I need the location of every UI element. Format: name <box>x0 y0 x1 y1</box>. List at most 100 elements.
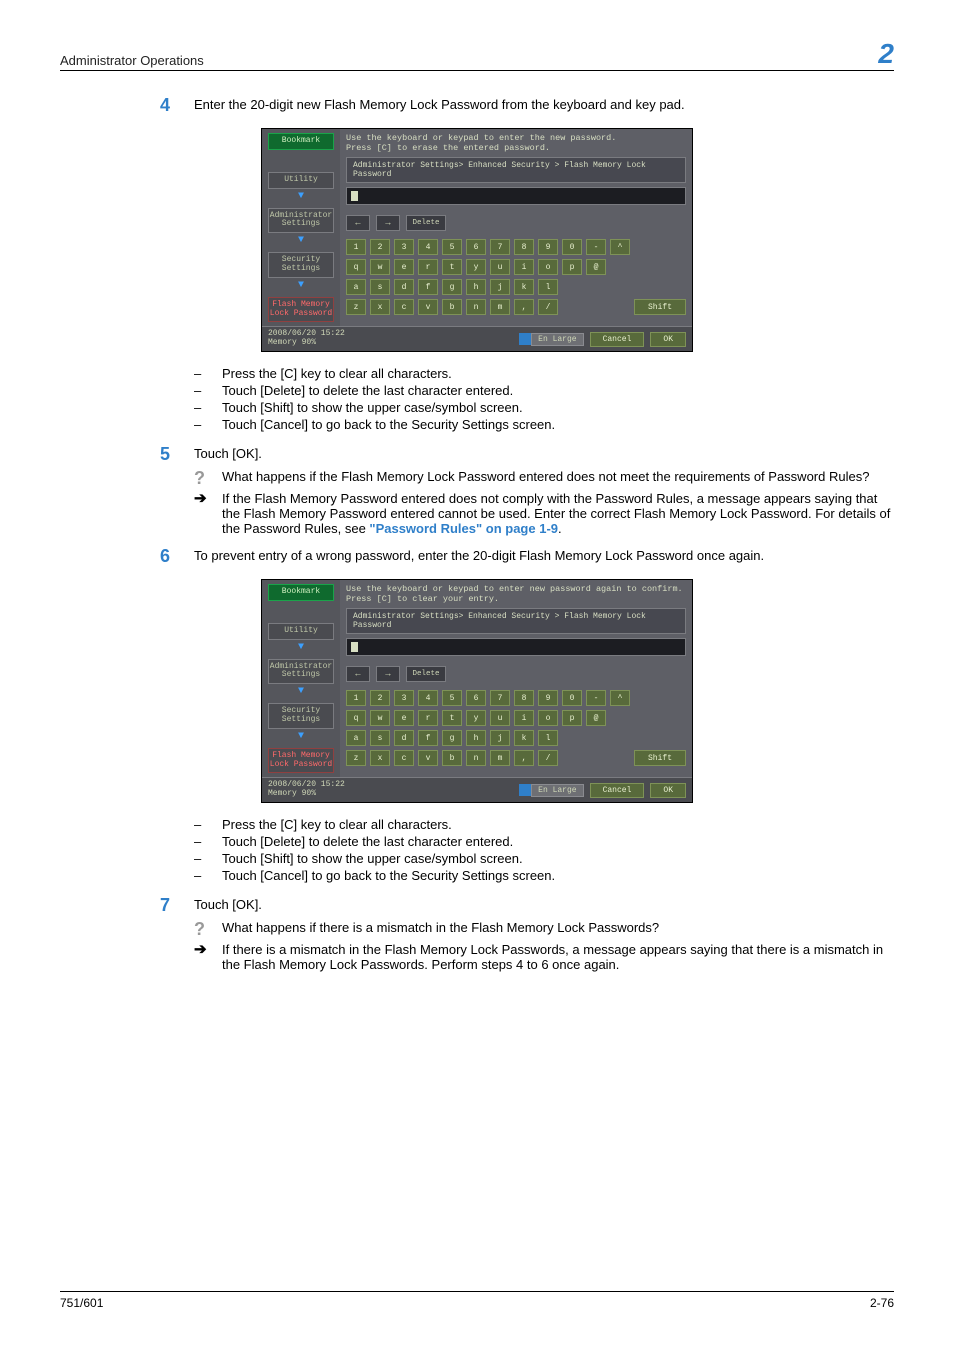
keyboard-key[interactable]: x <box>370 750 390 766</box>
utility-button[interactable]: Utility <box>268 172 334 189</box>
keyboard-key[interactable]: u <box>490 259 510 275</box>
keyboard-key[interactable]: - <box>586 239 606 255</box>
keyboard-key[interactable]: c <box>394 750 414 766</box>
security-settings-button[interactable]: Security Settings <box>268 703 334 729</box>
keyboard-key[interactable]: m <box>490 750 510 766</box>
keyboard-key[interactable]: 2 <box>370 690 390 706</box>
keyboard-key[interactable]: h <box>466 730 486 746</box>
admin-settings-button[interactable]: Administrator Settings <box>268 659 334 685</box>
keyboard-key[interactable]: 9 <box>538 239 558 255</box>
keyboard-key[interactable]: o <box>538 710 558 726</box>
keyboard-key[interactable]: 0 <box>562 690 582 706</box>
keyboard-key[interactable]: 3 <box>394 690 414 706</box>
keyboard-key[interactable]: r <box>418 259 438 275</box>
ok-button[interactable]: OK <box>650 332 686 347</box>
keyboard-key[interactable]: 1 <box>346 239 366 255</box>
admin-settings-button[interactable]: Administrator Settings <box>268 208 334 234</box>
shift-button[interactable]: Shift <box>634 750 686 766</box>
keyboard-key[interactable]: n <box>466 750 486 766</box>
keyboard-key[interactable]: i <box>514 710 534 726</box>
keyboard-key[interactable]: ^ <box>610 690 630 706</box>
keyboard-key[interactable]: g <box>442 730 462 746</box>
password-rules-link[interactable]: "Password Rules" on page 1-9 <box>369 521 558 536</box>
enlarge-button[interactable]: En Large <box>531 333 583 346</box>
keyboard-key[interactable]: g <box>442 279 462 295</box>
keyboard-key[interactable]: 5 <box>442 239 462 255</box>
keyboard-key[interactable]: m <box>490 299 510 315</box>
keyboard-key[interactable]: @ <box>586 710 606 726</box>
keyboard-key[interactable]: @ <box>586 259 606 275</box>
keyboard-key[interactable]: i <box>514 259 534 275</box>
keyboard-key[interactable]: 4 <box>418 690 438 706</box>
password-input[interactable] <box>346 187 686 205</box>
keyboard-key[interactable]: j <box>490 279 510 295</box>
keyboard-key[interactable]: z <box>346 299 366 315</box>
keyboard-key[interactable]: a <box>346 730 366 746</box>
keyboard-key[interactable]: k <box>514 279 534 295</box>
keyboard-key[interactable]: / <box>538 299 558 315</box>
keyboard-key[interactable]: 0 <box>562 239 582 255</box>
keyboard-key[interactable]: e <box>394 259 414 275</box>
keyboard-key[interactable]: 5 <box>442 690 462 706</box>
keyboard-key[interactable]: 7 <box>490 239 510 255</box>
keyboard-key[interactable]: o <box>538 259 558 275</box>
ok-button[interactable]: OK <box>650 783 686 798</box>
keyboard-key[interactable]: s <box>370 279 390 295</box>
keyboard-key[interactable]: v <box>418 299 438 315</box>
keyboard-key[interactable]: / <box>538 750 558 766</box>
cancel-button[interactable]: Cancel <box>590 332 645 347</box>
delete-button[interactable]: Delete <box>406 215 446 231</box>
flash-memory-button[interactable]: Flash Memory Lock Password <box>268 748 334 774</box>
keyboard-key[interactable]: r <box>418 710 438 726</box>
keyboard-key[interactable]: 8 <box>514 239 534 255</box>
keyboard-key[interactable]: f <box>418 279 438 295</box>
keyboard-key[interactable]: 3 <box>394 239 414 255</box>
security-settings-button[interactable]: Security Settings <box>268 252 334 278</box>
delete-button[interactable]: Delete <box>406 666 446 682</box>
keyboard-key[interactable]: z <box>346 750 366 766</box>
keyboard-key[interactable]: , <box>514 299 534 315</box>
keyboard-key[interactable]: y <box>466 259 486 275</box>
keyboard-key[interactable]: 8 <box>514 690 534 706</box>
flash-memory-button[interactable]: Flash Memory Lock Password <box>268 297 334 323</box>
keyboard-key[interactable]: - <box>586 690 606 706</box>
arrow-right-button[interactable]: → <box>376 215 400 231</box>
keyboard-key[interactable]: b <box>442 299 462 315</box>
keyboard-key[interactable]: 4 <box>418 239 438 255</box>
bookmark-button[interactable]: Bookmark <box>268 584 334 601</box>
keyboard-key[interactable]: q <box>346 710 366 726</box>
keyboard-key[interactable]: 2 <box>370 239 390 255</box>
arrow-right-button[interactable]: → <box>376 666 400 682</box>
keyboard-key[interactable]: 7 <box>490 690 510 706</box>
keyboard-key[interactable]: p <box>562 259 582 275</box>
keyboard-key[interactable]: s <box>370 730 390 746</box>
keyboard-key[interactable]: q <box>346 259 366 275</box>
keyboard-key[interactable]: v <box>418 750 438 766</box>
keyboard-key[interactable]: u <box>490 710 510 726</box>
keyboard-key[interactable]: 6 <box>466 690 486 706</box>
keyboard-key[interactable]: y <box>466 710 486 726</box>
shift-button[interactable]: Shift <box>634 299 686 315</box>
utility-button[interactable]: Utility <box>268 623 334 640</box>
enlarge-button[interactable]: En Large <box>531 784 583 797</box>
arrow-left-button[interactable]: ← <box>346 215 370 231</box>
keyboard-key[interactable]: t <box>442 259 462 275</box>
keyboard-key[interactable]: l <box>538 730 558 746</box>
keyboard-key[interactable]: c <box>394 299 414 315</box>
keyboard-key[interactable]: b <box>442 750 462 766</box>
keyboard-key[interactable]: p <box>562 710 582 726</box>
keyboard-key[interactable]: h <box>466 279 486 295</box>
keyboard-key[interactable]: k <box>514 730 534 746</box>
keyboard-key[interactable]: f <box>418 730 438 746</box>
keyboard-key[interactable]: , <box>514 750 534 766</box>
password-input[interactable] <box>346 638 686 656</box>
bookmark-button[interactable]: Bookmark <box>268 133 334 150</box>
arrow-left-button[interactable]: ← <box>346 666 370 682</box>
keyboard-key[interactable]: j <box>490 730 510 746</box>
keyboard-key[interactable]: 6 <box>466 239 486 255</box>
keyboard-key[interactable]: x <box>370 299 390 315</box>
keyboard-key[interactable]: w <box>370 710 390 726</box>
keyboard-key[interactable]: d <box>394 279 414 295</box>
keyboard-key[interactable]: w <box>370 259 390 275</box>
keyboard-key[interactable]: 9 <box>538 690 558 706</box>
